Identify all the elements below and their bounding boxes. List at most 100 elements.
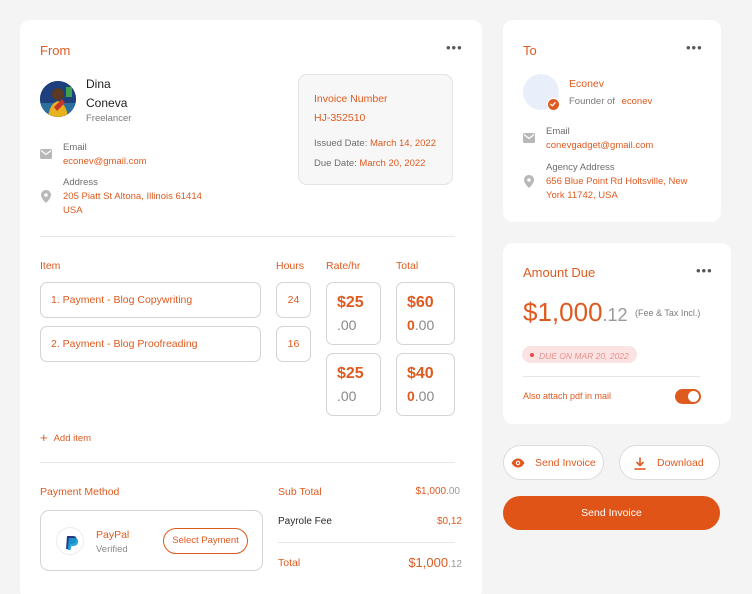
item-name-text: 1. Payment - Blog Copywriting: [51, 294, 193, 306]
from-email-label: Email: [63, 142, 87, 153]
total-amount-main: $1,000: [408, 555, 449, 570]
total-zero: 0: [407, 317, 415, 333]
to-more-icon[interactable]: •••: [686, 41, 703, 54]
avatar-image: [40, 81, 76, 117]
total-zero: 0: [407, 388, 415, 404]
rate-input[interactable]: $25 .00: [326, 282, 381, 345]
due-date-label: Due Date:: [314, 158, 357, 169]
from-card: From ••• Dina Coneva Freelancer Email ec…: [20, 20, 482, 594]
from-more-icon[interactable]: •••: [446, 41, 463, 54]
to-address-line2: York 11742, USA: [546, 190, 618, 201]
subtotal-main: $1,000: [415, 486, 447, 497]
from-email[interactable]: econev@gmail.com: [63, 156, 147, 167]
amount-due-value: $1,000.12: [523, 297, 628, 328]
due-date-badge: DUE ON MAR 20, 2022: [522, 346, 637, 363]
item-name-input[interactable]: 1. Payment - Blog Copywriting: [40, 282, 261, 318]
subtotal-cents: .00: [446, 486, 460, 497]
founder-label: Founder of: [569, 96, 615, 107]
total-main: $60: [407, 294, 434, 311]
paypal-logo: [56, 527, 84, 555]
download-button[interactable]: Download: [619, 445, 720, 480]
add-item-label: Add item: [53, 433, 92, 444]
divider: [523, 376, 700, 377]
select-payment-button[interactable]: Select Payment: [163, 528, 248, 554]
verified-badge-icon: [547, 98, 560, 111]
plus-icon: +: [40, 430, 48, 445]
total-cents-group: 0.00: [407, 388, 434, 404]
from-last-name: Coneva: [86, 96, 128, 110]
add-item-button[interactable]: + Add item: [40, 430, 91, 445]
hours-input[interactable]: 24: [276, 282, 311, 318]
due-badge-text: DUE ON MAR 20, 2022: [539, 351, 629, 361]
total-field: $40 0.00: [396, 353, 455, 416]
from-role: Freelancer: [86, 113, 132, 124]
location-pin-icon: [524, 175, 534, 188]
to-address-line1: 656 Blue Point Rd Holtsville, New: [546, 176, 688, 187]
location-pin-icon: [41, 190, 51, 203]
rate-cents: .00: [337, 317, 357, 333]
fee-tax-note: (Fee & Tax Incl.): [635, 308, 701, 318]
download-icon: [634, 457, 646, 470]
to-email-label: Email: [546, 126, 570, 137]
attach-pdf-toggle[interactable]: [675, 389, 701, 404]
eye-icon: [511, 458, 525, 468]
mail-icon: [523, 133, 535, 143]
company-name: econev: [621, 96, 653, 107]
invoice-info-box: Invoice Number HJ-352510 Issued Date: Ma…: [298, 74, 453, 185]
from-address-line1: 205 Piatt St Altona, Illinois 61414: [63, 191, 202, 202]
rate-main: $25: [337, 365, 364, 382]
total-cents: .00: [414, 388, 435, 404]
issued-date-label: Issued Date:: [314, 138, 368, 149]
total-amount-cents: .12: [448, 559, 462, 570]
to-card: To ••• Econev Founder of econev Email co…: [503, 20, 721, 222]
hours-input[interactable]: 16: [276, 326, 311, 362]
hours-text: 24: [287, 294, 300, 306]
send-invoice-outline-label: Send Invoice: [535, 457, 596, 469]
payment-method-name: PayPal: [96, 529, 130, 541]
divider: [40, 236, 455, 237]
send-invoice-outline-button[interactable]: Send Invoice: [503, 445, 604, 480]
total-cents-group: 0.00: [407, 317, 434, 333]
from-first-name: Dina: [86, 77, 111, 91]
issued-date: March 14, 2022: [369, 138, 436, 149]
divider: [40, 462, 455, 463]
col-header-item: Item: [40, 260, 61, 272]
to-email[interactable]: conevgadget@gmail.com: [546, 140, 653, 151]
rate-main: $25: [337, 294, 364, 311]
download-label: Download: [657, 457, 704, 469]
due-date: March 20, 2022: [359, 158, 426, 169]
total-main: $40: [407, 365, 434, 382]
col-header-total: Total: [396, 260, 419, 272]
col-header-hours: Hours: [276, 260, 305, 272]
amount-due-more-icon[interactable]: •••: [696, 264, 713, 277]
item-name-input[interactable]: 2. Payment - Blog Proofreading: [40, 326, 261, 362]
total-field: $60 0.00: [396, 282, 455, 345]
total-label: Total: [278, 557, 301, 569]
from-address-label: Address: [63, 177, 98, 188]
hours-text: 16: [287, 338, 300, 350]
send-invoice-primary-button[interactable]: Send Invoice: [503, 496, 720, 530]
attach-pdf-label: Also attach pdf in mail: [523, 391, 612, 401]
rate-input[interactable]: $25 .00: [326, 353, 381, 416]
founder-row: Founder of econev: [569, 96, 652, 107]
payment-method-box: PayPal Verified Select Payment: [40, 510, 263, 571]
amount-main: $1,000: [523, 297, 603, 327]
subtotal-value-group: $1,000.00: [375, 486, 461, 497]
total-value-group: $1,000.12: [360, 555, 462, 570]
summary-divider: [278, 542, 455, 543]
to-title: To: [523, 43, 537, 58]
payment-method-title: Payment Method: [40, 486, 120, 498]
col-header-rate: Rate/hr: [326, 260, 361, 272]
due-date-row: Due Date: March 20, 2022: [314, 158, 425, 169]
rate-cents: .00: [337, 388, 357, 404]
invoice-number-label: Invoice Number: [314, 93, 388, 105]
paypal-icon: [66, 536, 79, 550]
from-title: From: [40, 43, 71, 58]
total-cents: .00: [414, 317, 435, 333]
avatar: [40, 81, 76, 117]
mail-icon: [40, 149, 52, 159]
to-name: Econev: [569, 78, 605, 90]
subtotal-label: Sub Total: [278, 486, 322, 498]
from-address-line2: USA: [63, 205, 83, 216]
fee-label: Payrole Fee: [278, 516, 332, 527]
